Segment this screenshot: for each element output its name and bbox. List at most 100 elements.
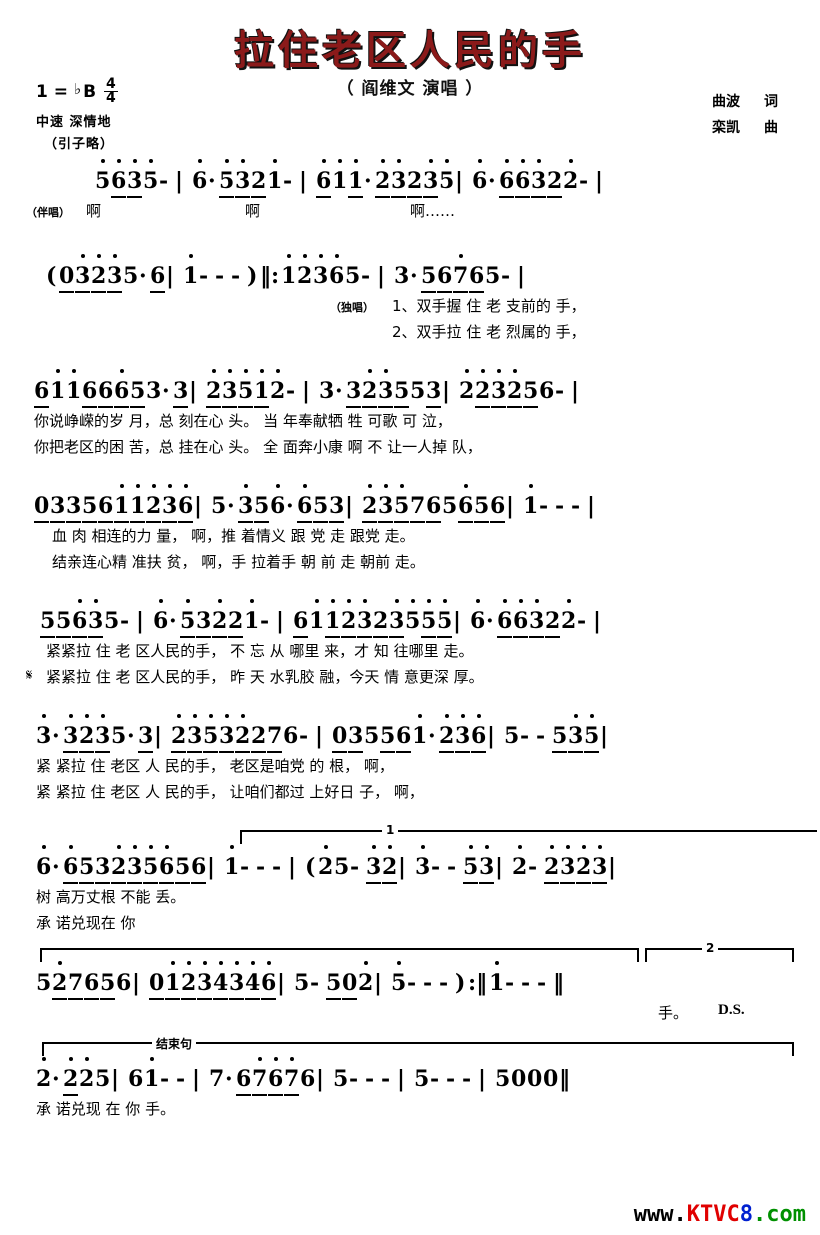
beam-line [499,196,515,198]
octave-dot [318,254,323,258]
beam-line [547,196,563,198]
beam-line [469,291,485,293]
note-glyph: 2 [341,599,357,638]
credits-block: 曲波 词 栾凯 曲 [712,90,778,142]
beam-line [576,882,592,884]
octave-dot [149,1057,154,1061]
octave-dot [458,254,463,258]
note-glyph: 3 [366,845,382,884]
barline: | [595,168,604,194]
lyric-row-verse2: 承 诺兑现在 你 [0,912,820,938]
note-glyph: 3 [127,845,143,884]
part-label-solo: （独唱） [330,301,374,314]
notation-mark: - [176,1066,186,1092]
note-glyph: 6 [128,1066,144,1092]
octave-dot [549,845,554,849]
octave-dot [460,714,465,718]
note-glyph: 3 [313,254,328,289]
beam-line [463,882,479,884]
note-glyph: 2 [228,608,244,638]
beam-line [284,1094,300,1096]
dal-segno-marking: D.S. [718,1002,745,1018]
note-glyph: 1 [50,369,65,404]
note-glyph: 6 [84,970,100,1000]
note-glyph: 6 [72,599,88,638]
beam-line [127,882,143,884]
note-glyph: 2 [36,1057,51,1092]
beam-line [380,751,396,753]
key-note: B [83,81,97,102]
note-glyph: 5 [364,723,380,749]
note-glyph: 3 [346,378,362,408]
lyric-row-verse1: 血 肉 相连的力 量， 啊，推 着情义 跟 党 走 跟党 走。 [0,525,820,551]
beam-line [203,751,219,753]
barline: | [299,168,308,194]
note-glyph: 6 [458,484,474,523]
note-glyph: 5 [584,714,600,753]
note-glyph: 2 [270,369,285,404]
octave-dot [202,961,207,965]
tempo-marking: 中速 深情地 [36,114,112,130]
note-glyph: 5 [211,493,227,519]
lyricist-credit: 曲波 词 [712,90,778,116]
octave-dot [380,159,385,163]
note-glyph: 2 [212,599,228,638]
beam-line [254,406,270,408]
octave-dot [417,714,422,718]
beam-line [391,196,407,198]
barline: | [288,854,297,880]
note-glyph: 2 [544,845,560,884]
notation-mark: - [462,1066,472,1092]
lyric-text: 紧紧拉 住 老 区人民的手， 不 忘 从 哪里 来，才 知 往哪里 走。 [46,642,474,660]
barline: :‖ [468,970,488,996]
note-glyph: 2 [79,714,95,753]
octave-dot [148,845,153,849]
beam-line [531,196,547,198]
note-glyph: 3 [394,263,410,289]
note-glyph: 5 [56,608,72,638]
beam-line [56,636,72,638]
beam-line [458,521,474,523]
octave-dot [581,845,586,849]
note-glyph: 7 [410,493,426,523]
lyric-row-verse2: 你把老区的困 苦，总 挂在心 头。 全 面奔小康 啊 不 让一人掉 队， [0,436,820,462]
notation-mark: ) [455,970,466,996]
octave-dot [229,845,234,849]
notation-mark: - [310,970,320,996]
barline: | [136,608,145,634]
note-glyph: 3 [95,854,111,884]
beam-line [297,521,313,523]
barline: ‖: [260,263,280,289]
octave-dot [243,369,248,373]
beam-line [52,998,68,1000]
octave-dot [566,599,571,603]
note-glyph: 5 [394,378,410,408]
note-glyph: 3 [75,254,91,293]
note-glyph: 5 [36,970,52,996]
note-glyph: 3 [479,845,495,884]
beam-line [326,998,342,1000]
note-glyph: 2 [362,484,378,523]
octave-dot [387,845,392,849]
note-glyph: 5 [523,378,539,408]
barline: ‖ [559,1066,570,1092]
music-system-8: 2 5 2 7 6 5 6 | 0 1 2 3 4 3 4 6 | 5-5 0 2 | 5- - -):‖ 1- - - ‖ 手。 … [0,941,820,1028]
beam-line [66,521,82,523]
beam-line [149,998,165,1000]
note-row: 5 5 6 3 5- | 6 · 5 3 2 2 1- | 6 1 1 2 3 2 3 5 5 5 | 6 · 6 6 3 2 2- | [0,599,820,640]
beam-line [362,406,378,408]
beam-line [348,751,364,753]
note-glyph: 4 [245,961,261,1000]
note-glyph: 0 [342,970,358,1000]
lyric-text: 你说峥嵘的岁 月，总 刻在心 头。 当 年奉献牺 牲 可歌 可 泣， [34,412,452,430]
barline: | [374,970,383,996]
octave-dot [517,845,522,849]
note-glyph: 5 [410,378,426,404]
octave-dot [116,845,121,849]
beam-line [82,521,98,523]
beam-line [410,521,426,523]
note-glyph: 6 [499,159,515,198]
beam-line [560,882,576,884]
watermark-com: .com [753,1202,806,1227]
note-glyph: 3 [173,378,189,408]
